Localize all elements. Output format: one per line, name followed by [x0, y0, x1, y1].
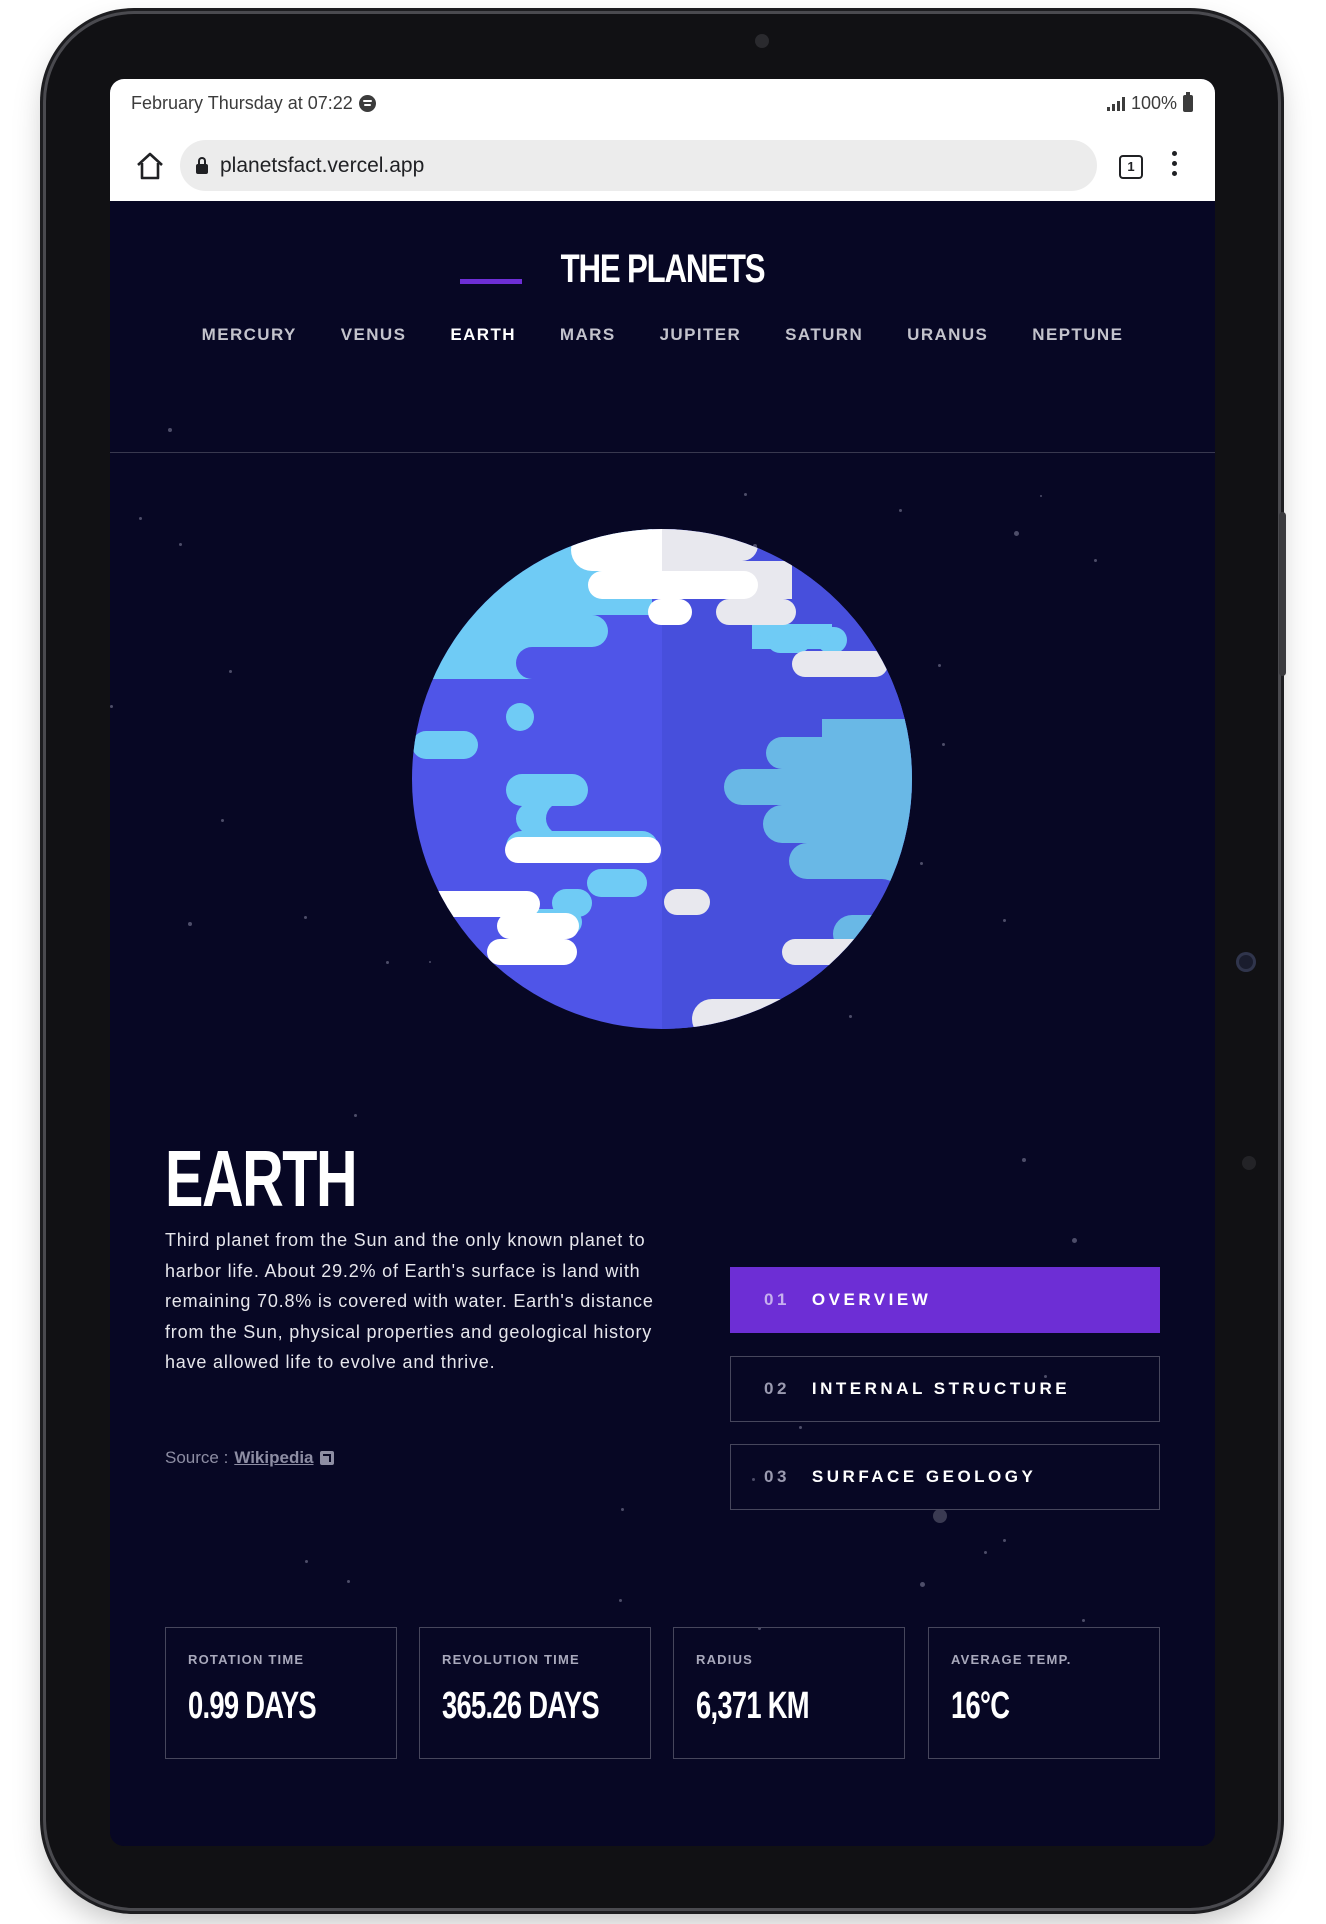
- star-dot: [138, 516, 142, 520]
- star-dot: [1040, 495, 1042, 497]
- star-dot: [898, 508, 902, 512]
- tab-label: SURFACE GEOLOGY: [811, 1467, 1037, 1486]
- star-dot: [1022, 1158, 1026, 1162]
- star-dot: [983, 1550, 987, 1554]
- earth-illustration: [412, 529, 912, 1029]
- planet-title: EARTH: [165, 1134, 358, 1223]
- side-button: [1279, 512, 1286, 676]
- tab-surface-geology[interactable]: 03 SURFACE GEOLOGY: [730, 1444, 1160, 1510]
- stat-label: ROTATION TIME: [188, 1652, 305, 1667]
- star-dot: [178, 542, 182, 546]
- star-dot: [1013, 530, 1019, 536]
- home-icon[interactable]: [132, 148, 168, 184]
- star-dot: [743, 492, 747, 496]
- star-dot: [304, 1559, 308, 1563]
- star-dot: [353, 1113, 357, 1117]
- star-dot: [620, 1507, 624, 1511]
- star-dot: [188, 922, 192, 926]
- stat-average-temp: AVERAGE TEMP. 16°C: [928, 1627, 1160, 1759]
- nav-item-venus[interactable]: VENUS: [319, 325, 429, 345]
- front-camera: [755, 34, 769, 48]
- tab-internal-structure[interactable]: 02 INTERNAL STRUCTURE: [730, 1356, 1160, 1422]
- address-bar[interactable]: planetsfact.vercel.app: [180, 140, 1097, 191]
- browser-toolbar: planetsfact.vercel.app 1: [110, 131, 1215, 201]
- sensor: [1242, 1156, 1256, 1170]
- nav-item-saturn[interactable]: SATURN: [763, 325, 885, 345]
- planet-site: THE PLANETS MERCURY VENUS EARTH MARS JUP…: [110, 201, 1215, 1846]
- tab-number: 02: [764, 1379, 790, 1398]
- planet-description: Third planet from the Sun and the only k…: [165, 1230, 654, 1372]
- tabs-icon[interactable]: 1: [1119, 155, 1143, 179]
- stat-label: REVOLUTION TIME: [442, 1652, 580, 1667]
- star-dot: [1002, 918, 1006, 922]
- spotify-icon: [358, 95, 376, 112]
- nav-item-jupiter[interactable]: JUPITER: [638, 325, 764, 345]
- star-dot: [1093, 558, 1097, 562]
- star-dot: [303, 915, 307, 919]
- source-line: Source : Wikipedia: [165, 1448, 334, 1468]
- sensor: [1236, 952, 1256, 972]
- star-dot: [919, 1581, 925, 1587]
- star-dot: [937, 663, 941, 667]
- star-dot: [618, 1598, 622, 1602]
- tab-label: INTERNAL STRUCTURE: [811, 1379, 1071, 1398]
- star-dot: [220, 818, 224, 822]
- tab-number: 03: [764, 1467, 790, 1486]
- star-dot: [1071, 1237, 1077, 1243]
- stat-value: 365.26 DAYS: [442, 1685, 600, 1727]
- stat-label: RADIUS: [696, 1652, 754, 1667]
- signal-icon: [1106, 96, 1125, 111]
- battery-percent: 100%: [1130, 93, 1177, 113]
- star-dot: [168, 428, 172, 432]
- star-dot: [228, 669, 232, 673]
- lock-icon: [196, 156, 208, 174]
- star-dot: [1002, 1538, 1006, 1542]
- stat-rotation-time: ROTATION TIME 0.99 DAYS: [165, 1627, 397, 1759]
- url-text: planetsfact.vercel.app: [220, 153, 425, 177]
- star-dot: [110, 704, 113, 708]
- source-prefix: Source :: [165, 1448, 229, 1467]
- screen: February Thursday at 07:22 100% planetsf…: [110, 79, 1215, 1846]
- nav-active-indicator: [460, 279, 522, 284]
- status-bar: February Thursday at 07:22 100%: [110, 79, 1215, 131]
- nav-item-neptune[interactable]: NEPTUNE: [1010, 325, 1145, 345]
- external-link-icon[interactable]: [319, 1451, 334, 1465]
- nav-item-earth[interactable]: EARTH: [428, 325, 538, 345]
- stat-value: 6,371 KM: [696, 1685, 810, 1727]
- planet-nav: MERCURY VENUS EARTH MARS JUPITER SATURN …: [110, 325, 1215, 345]
- stat-radius: RADIUS 6,371 KM: [673, 1627, 905, 1759]
- nav-item-mercury[interactable]: MERCURY: [180, 325, 319, 345]
- stat-value: 16°C: [951, 1685, 1010, 1727]
- tab-overview[interactable]: 01 OVERVIEW: [730, 1267, 1160, 1333]
- stat-label: AVERAGE TEMP.: [951, 1652, 1072, 1667]
- star-dot: [798, 1425, 802, 1429]
- more-menu-icon[interactable]: [1169, 151, 1179, 181]
- header-divider: [110, 452, 1215, 453]
- stat-revolution-time: REVOLUTION TIME 365.26 DAYS: [419, 1627, 651, 1759]
- star-dot: [346, 1579, 350, 1583]
- site-logo[interactable]: THE PLANETS: [232, 247, 1094, 292]
- stat-value: 0.99 DAYS: [188, 1685, 317, 1727]
- star-dot: [919, 861, 923, 865]
- star-dot: [933, 1509, 947, 1523]
- status-datetime: February Thursday at 07:22: [131, 93, 353, 113]
- nav-item-mars[interactable]: MARS: [538, 325, 638, 345]
- battery-icon: [1183, 92, 1193, 112]
- star-dot: [941, 742, 945, 746]
- tab-label: OVERVIEW: [811, 1290, 932, 1309]
- wikipedia-link[interactable]: Wikipedia: [234, 1448, 313, 1468]
- nav-item-uranus[interactable]: URANUS: [885, 325, 1010, 345]
- tab-number: 01: [764, 1290, 790, 1309]
- star-dot: [1081, 1618, 1085, 1622]
- star-dot: [385, 960, 389, 964]
